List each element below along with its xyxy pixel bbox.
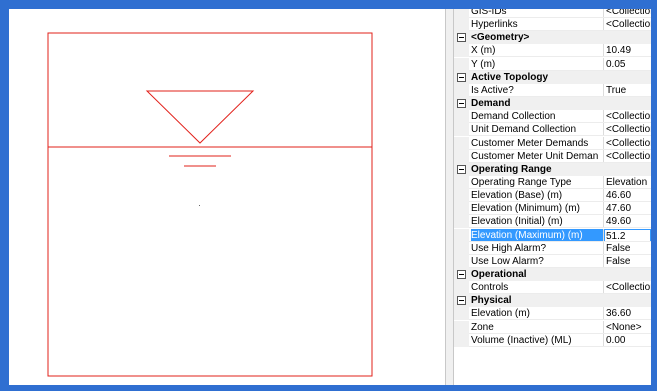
tank-drawing: [47, 32, 373, 377]
property-row[interactable]: Y (m) 0.05: [454, 57, 651, 71]
row-gutter: [454, 149, 469, 163]
collapse-toggle-icon[interactable]: [457, 164, 466, 174]
property-row[interactable]: Unit Demand Collection <Collection: [454, 123, 651, 137]
property-row[interactable]: Elevation (Minimum) (m) 47.60: [454, 202, 651, 216]
property-row[interactable]: Elevation (Base) (m) 46.60: [454, 189, 651, 203]
row-gutter: [454, 320, 469, 334]
collapse-toggle-icon[interactable]: [457, 296, 466, 306]
row-gutter: [454, 202, 469, 216]
row-gutter: [454, 44, 469, 58]
row-gutter: [454, 123, 469, 137]
row-gutter: [454, 57, 469, 71]
row-gutter: [454, 228, 469, 242]
row-gutter: [454, 18, 469, 32]
panel-splitter[interactable]: [445, 9, 454, 385]
collapse-toggle-icon[interactable]: [457, 270, 466, 279]
window-frame-right: [651, 0, 657, 391]
row-gutter: [454, 307, 469, 321]
property-category[interactable]: <Geometry>: [454, 31, 651, 45]
window-frame-bottom: [0, 385, 657, 391]
row-gutter: [454, 281, 469, 295]
tank-center-point: [199, 205, 200, 206]
row-gutter: [454, 189, 469, 203]
window-frame-top: [0, 0, 657, 9]
row-gutter: [454, 110, 469, 124]
category-label: Active Topology: [471, 71, 549, 83]
property-row[interactable]: Use High Alarm? False: [454, 241, 651, 255]
category-label: Demand: [471, 98, 511, 110]
property-row[interactable]: Volume (Inactive) (ML) 0.00: [454, 333, 651, 347]
window-frame-left: [0, 0, 9, 391]
property-row[interactable]: Demand Collection <Collection: [454, 110, 651, 124]
category-label: Operational: [471, 269, 527, 280]
property-row[interactable]: Elevation (Maximum) (m) 51.2: [454, 228, 651, 242]
property-grid: GIS-IDs <Collection Hyperlinks <Collection <…: [454, 9, 651, 385]
row-gutter: [454, 333, 469, 347]
row-divider: [469, 345, 651, 347]
property-row[interactable]: X (m) 10.49: [454, 44, 651, 58]
water-level-triangle-icon: [145, 90, 255, 144]
drawing-canvas[interactable]: [9, 9, 445, 385]
property-row[interactable]: Customer Meter Demands <Collection: [454, 136, 651, 150]
tank-outline: [47, 32, 373, 377]
collapse-toggle-icon[interactable]: [457, 99, 466, 109]
row-gutter: [454, 9, 469, 18]
property-row[interactable]: Use Low Alarm? False: [454, 254, 651, 268]
property-row[interactable]: Elevation (Initial) (m) 49.60: [454, 215, 651, 229]
property-category[interactable]: Operating Range: [454, 162, 651, 176]
property-row[interactable]: Hyperlinks <Collection: [454, 18, 651, 32]
property-row[interactable]: GIS-IDs <Collection: [454, 9, 651, 18]
collapse-toggle-icon[interactable]: [457, 33, 466, 43]
category-label: Physical: [471, 295, 512, 307]
property-row[interactable]: Customer Meter Unit Deman <Collection: [454, 149, 651, 163]
property-category[interactable]: Physical: [454, 294, 651, 308]
property-row[interactable]: Controls <Collection: [454, 281, 651, 295]
row-gutter: [454, 83, 469, 97]
collapse-toggle-icon[interactable]: [457, 72, 466, 82]
property-category[interactable]: Demand: [454, 97, 651, 111]
row-gutter: [454, 136, 469, 150]
row-gutter: [454, 175, 469, 189]
category-label: Operating Range: [471, 163, 552, 175]
property-row[interactable]: Is Active? True: [454, 83, 651, 97]
category-label: <Geometry>: [471, 32, 530, 44]
property-category[interactable]: Active Topology: [454, 70, 651, 84]
property-category[interactable]: Operational: [454, 268, 651, 281]
row-gutter: [454, 254, 469, 268]
property-row[interactable]: Zone <None>: [454, 320, 651, 334]
property-row[interactable]: Operating Range Type Elevation: [454, 175, 651, 189]
row-gutter: [454, 215, 469, 229]
row-gutter: [454, 241, 469, 255]
property-row[interactable]: Elevation (m) 36.60: [454, 307, 651, 321]
